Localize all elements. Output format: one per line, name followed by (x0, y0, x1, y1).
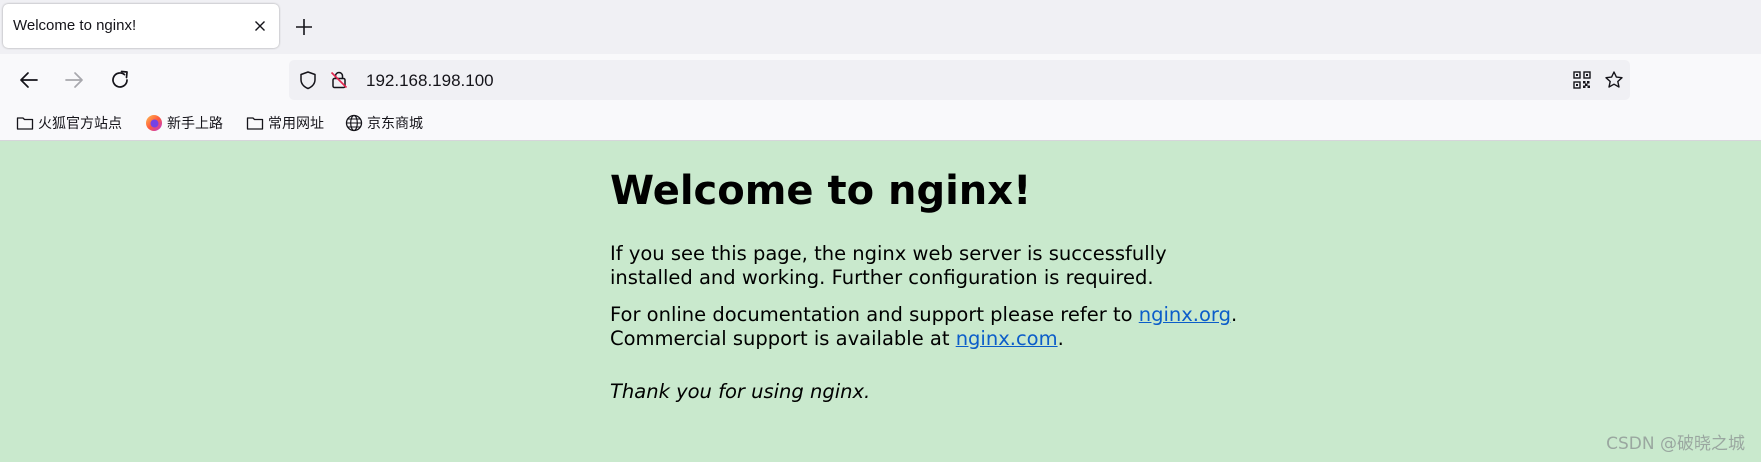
bookmarks-bar: 火狐官方站点 新手上路 常用网址 京东商城 (0, 106, 1761, 141)
bookmark-label: 新手上路 (167, 116, 223, 132)
arrow-left-icon[interactable] (17, 68, 41, 92)
bookmark-label: 火狐官方站点 (38, 116, 122, 132)
commercial-text-period: . (1057, 327, 1064, 350)
support-paragraph: For online documentation and support ple… (610, 303, 1250, 351)
bookmark-label: 京东商城 (367, 116, 423, 132)
commercial-text: Commercial support is available at (610, 327, 956, 350)
url-text[interactable]: 192.168.198.100 (366, 71, 494, 91)
firefox-icon (146, 115, 162, 131)
close-icon[interactable] (251, 17, 269, 35)
nginx-com-link[interactable]: nginx.com (956, 327, 1058, 350)
folder-icon (16, 117, 34, 130)
watermark: CSDN @破晓之城 (1606, 434, 1745, 454)
tab-title: Welcome to nginx! (13, 17, 137, 34)
star-icon[interactable] (1604, 70, 1624, 90)
browser-window: Welcome to nginx! 192.168.198.100 火狐官方站点… (0, 0, 1761, 462)
intro-paragraph: If you see this page, the nginx web serv… (610, 242, 1167, 289)
bookmark-firefox-official[interactable]: 火狐官方站点 (16, 112, 122, 134)
tab-welcome-nginx[interactable]: Welcome to nginx! (3, 4, 279, 48)
bookmark-getting-started[interactable]: 新手上路 (145, 112, 223, 134)
qr-code-icon[interactable] (1572, 70, 1592, 90)
insecure-lock-icon[interactable] (329, 70, 349, 90)
bookmark-label: 常用网址 (268, 116, 324, 132)
shield-icon[interactable] (298, 70, 318, 90)
globe-icon (345, 114, 363, 132)
bookmark-jd-mall[interactable]: 京东商城 (345, 112, 423, 134)
url-bar[interactable]: 192.168.198.100 (289, 60, 1630, 100)
thank-you-text: Thank you for using nginx. (610, 380, 871, 403)
page-title: Welcome to nginx! (610, 168, 1032, 214)
tab-strip: Welcome to nginx! (0, 0, 1761, 54)
arrow-right-icon[interactable] (62, 68, 86, 92)
page-content: Welcome to nginx! If you see this page, … (0, 141, 1761, 462)
nginx-org-link[interactable]: nginx.org (1139, 303, 1231, 326)
folder-icon (246, 117, 264, 130)
support-text-period: . (1230, 303, 1238, 326)
support-text: For online documentation and support ple… (610, 303, 1139, 326)
plus-icon[interactable] (293, 16, 315, 38)
bookmark-common-sites[interactable]: 常用网址 (246, 112, 324, 134)
reload-icon[interactable] (108, 68, 132, 92)
navigation-toolbar: 192.168.198.100 (0, 54, 1761, 106)
